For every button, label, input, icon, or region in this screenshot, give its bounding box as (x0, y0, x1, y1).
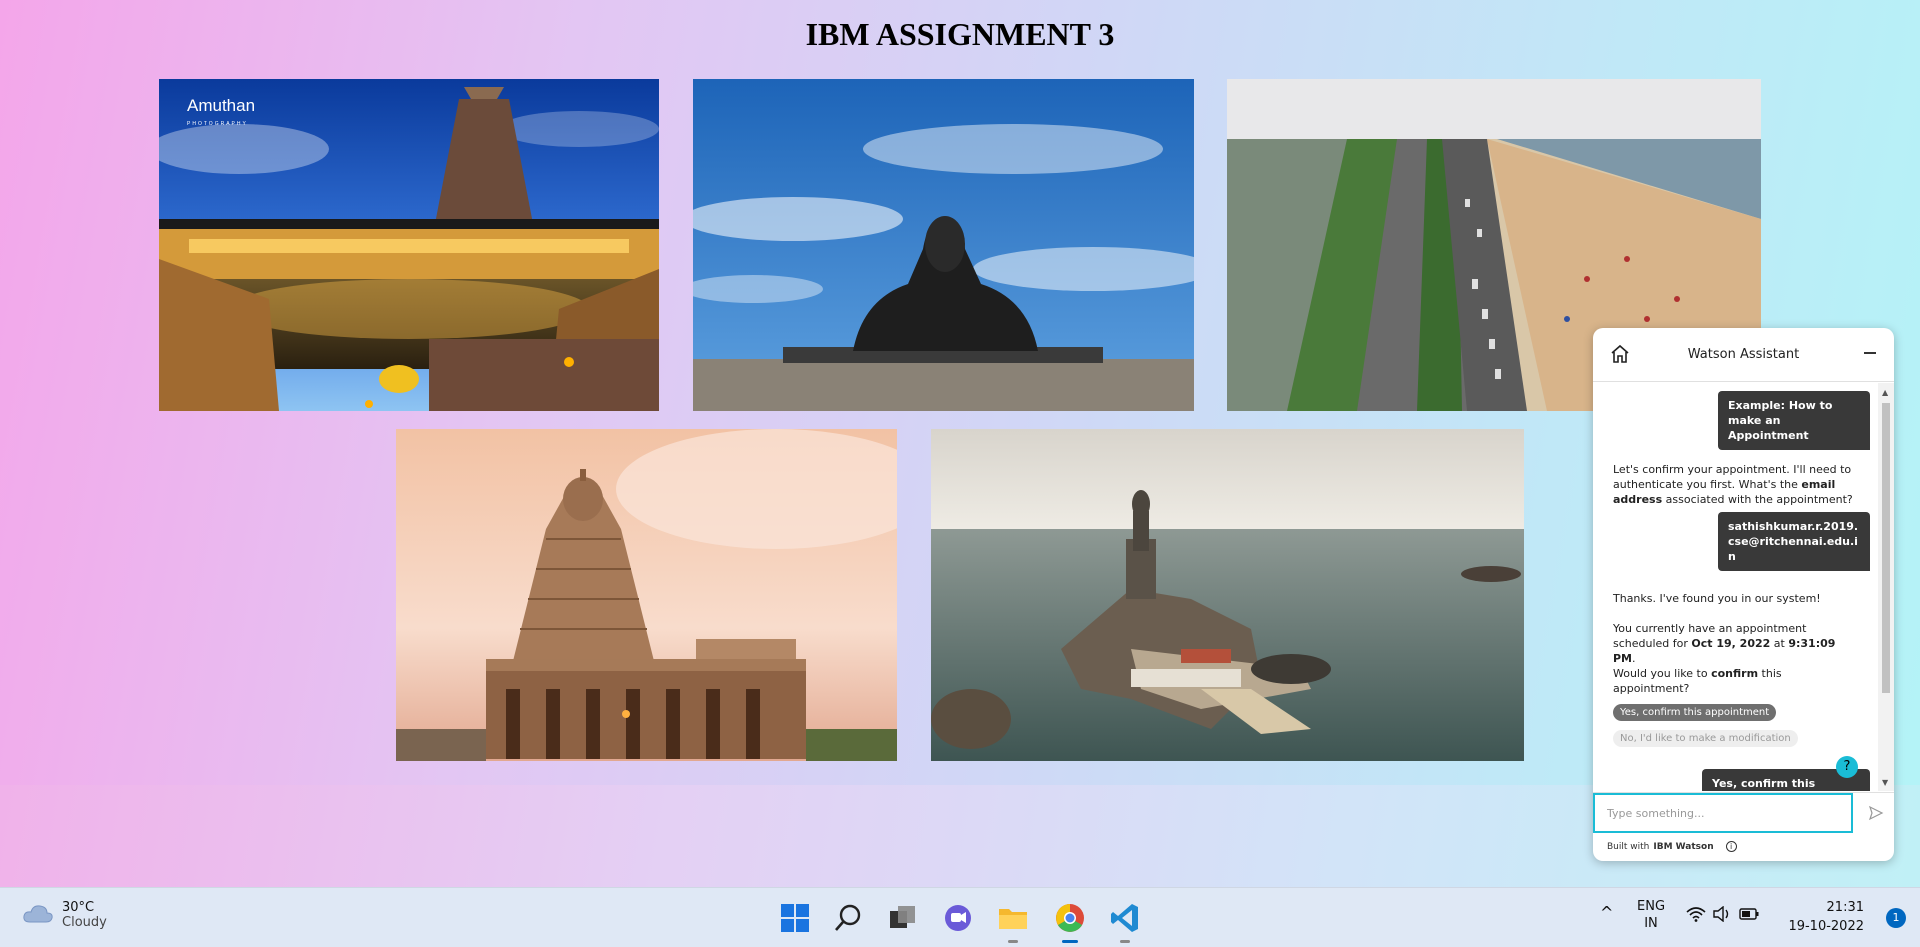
battery-icon[interactable] (1738, 906, 1760, 927)
chat-scrollbar[interactable]: ▲ ▼ (1878, 383, 1894, 791)
footer-built-with: Built with (1607, 841, 1650, 852)
info-icon[interactable]: i (1725, 841, 1737, 852)
language-indicator[interactable]: ENG IN (1637, 898, 1665, 932)
scroll-down-icon[interactable]: ▼ (1882, 778, 1888, 787)
scrollbar-thumb[interactable] (1882, 403, 1890, 693)
vscode-icon[interactable] (1108, 901, 1142, 935)
chat-icon[interactable] (941, 901, 975, 935)
volume-icon[interactable] (1712, 905, 1732, 927)
chrome-active-indicator (1062, 940, 1078, 943)
task-view-icon[interactable] (886, 901, 920, 935)
watson-footer: Built with IBM Watson i (1607, 841, 1737, 852)
modify-option-chip[interactable]: No, I'd like to make a modification (1613, 730, 1798, 747)
message-input[interactable] (1593, 793, 1853, 833)
language-code: ENG (1637, 899, 1666, 914)
watson-header: Watson Assistant (1593, 328, 1894, 382)
brihadeeswara-temple-photo (396, 429, 897, 761)
scroll-up-icon[interactable]: ▲ (1882, 388, 1888, 397)
start-icon[interactable] (778, 901, 812, 935)
minimize-icon[interactable] (1864, 352, 1876, 354)
user-message: sathishkumar.r.2019.cse@ritchennai.edu.i… (1718, 512, 1870, 571)
footer-brand: IBM Watson (1653, 841, 1714, 852)
file-explorer-indicator (1008, 940, 1018, 943)
file-explorer-icon[interactable] (996, 901, 1030, 935)
system-clock[interactable]: 21:31 19-10-2022 (1788, 898, 1864, 936)
region-code: IN (1644, 916, 1658, 931)
watermark-subtext: PHOTOGRAPHY (187, 121, 248, 127)
taskbar: 30°C Cloudy ^ ENG IN 21:31 19-10-2022 1 (0, 887, 1920, 947)
watson-title: Watson Assistant (1687, 347, 1800, 362)
chat-transcript[interactable]: Example: How to make an Appointment Let'… (1593, 383, 1878, 791)
bot-message: Would you like to confirm this appointme… (1613, 667, 1782, 695)
search-icon[interactable] (832, 901, 866, 935)
user-message: Example: How to make an Appointment (1718, 391, 1870, 450)
bot-message: You currently have an appointment schedu… (1613, 622, 1836, 665)
vscode-indicator (1120, 940, 1130, 943)
weather-temp: 30°C (62, 900, 95, 915)
chrome-icon[interactable] (1053, 901, 1087, 935)
cloud-icon (22, 902, 54, 928)
message-input-area (1593, 792, 1894, 833)
weather-desc: Cloudy (62, 915, 107, 930)
help-button[interactable]: ? (1836, 756, 1858, 778)
thiruvalluvar-statue-photo (931, 429, 1524, 761)
tray-overflow-icon[interactable]: ^ (1600, 904, 1613, 921)
bot-message: Thanks. I've found you in our system! (1613, 592, 1821, 605)
watermark-text: Amuthan (187, 96, 255, 115)
clock-time: 21:31 (1826, 900, 1864, 915)
page-title: IBM ASSIGNMENT 3 (805, 16, 1115, 52)
temple-pond-photo: Amuthan PHOTOGRAPHY (159, 79, 659, 411)
confirm-option-chip[interactable]: Yes, confirm this appointment (1613, 704, 1777, 721)
send-icon[interactable] (1868, 805, 1884, 821)
notification-badge[interactable]: 1 (1886, 908, 1906, 928)
watson-assistant-widget[interactable]: Watson Assistant Example: How to make an… (1593, 328, 1894, 861)
clock-date: 19-10-2022 (1788, 919, 1864, 934)
wifi-icon[interactable] (1686, 906, 1706, 927)
adiyogi-statue-photo (693, 79, 1194, 411)
weather-widget[interactable]: 30°C Cloudy (22, 900, 107, 930)
home-icon[interactable] (1609, 343, 1631, 365)
bot-message: Let's confirm your appointment. I'll nee… (1613, 463, 1853, 506)
